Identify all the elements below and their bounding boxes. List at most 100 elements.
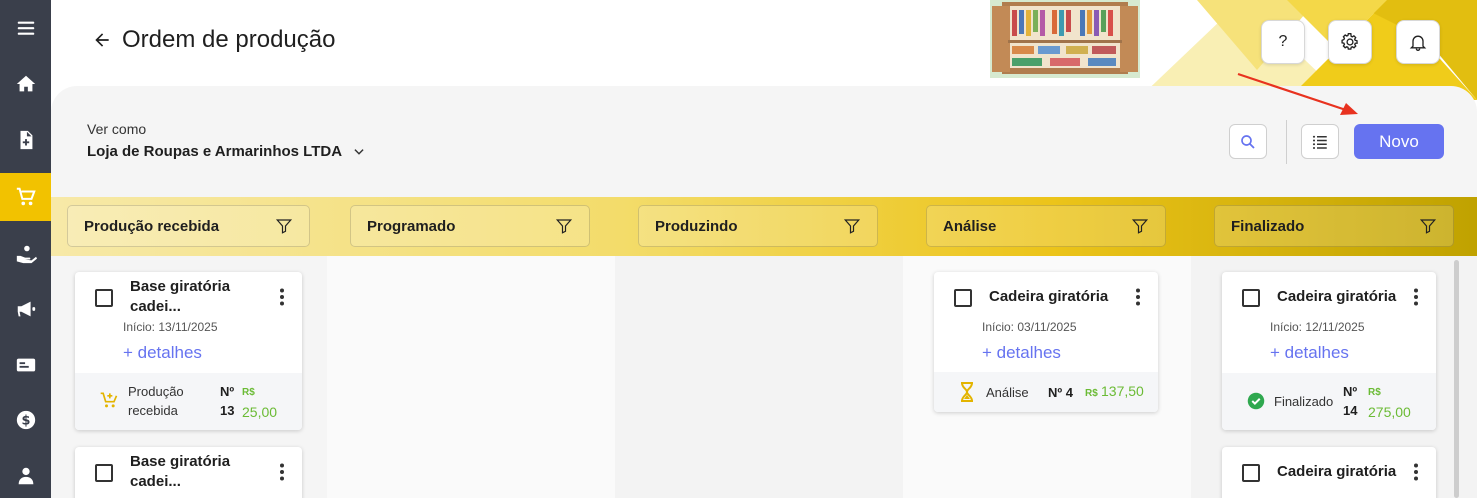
column-scheduled (327, 256, 615, 498)
back-arrow-icon[interactable] (92, 30, 112, 50)
card-icon (16, 358, 35, 372)
column-title: Finalizado (1231, 217, 1305, 235)
hourglass-icon (961, 382, 973, 402)
megaphone-icon (17, 301, 35, 317)
help-button[interactable]: ? (1261, 20, 1305, 64)
card-number: Nº 4 (1048, 385, 1073, 400)
side-rail: $ (0, 0, 51, 498)
user-icon (18, 467, 33, 485)
rail-item-users[interactable] (0, 452, 51, 498)
card-status: Produção recebida (128, 384, 184, 418)
order-card[interactable]: Cadeira giratória Início: 12/11/2025 + d… (1222, 272, 1436, 430)
order-card[interactable]: Base giratória cadei... (75, 447, 302, 498)
column-title: Produzindo (655, 217, 738, 235)
help-icon: ? (1278, 33, 1288, 50)
card-footer: Análise Nº 4 R$ 137,50 (934, 372, 1158, 412)
column-title: Programado (367, 217, 456, 235)
cart-add-icon (100, 392, 118, 408)
rail-item-finance[interactable] (0, 230, 51, 278)
filter-icon[interactable] (843, 217, 861, 235)
cart-icon (16, 187, 36, 206)
card-details-link[interactable]: + detalhes (982, 343, 1061, 363)
check-circle-icon (1247, 392, 1265, 410)
list-view-button[interactable] (1301, 124, 1339, 159)
gear-icon (1341, 33, 1358, 50)
order-card[interactable]: Base giratória cadei... Início: 13/11/20… (75, 272, 302, 430)
rail-item-home[interactable] (0, 60, 51, 108)
new-button[interactable]: Novo (1354, 124, 1444, 159)
card-title: Base giratória cadei... (130, 278, 231, 315)
card-details-link[interactable]: + detalhes (123, 343, 202, 363)
card-value: 137,50 (1101, 383, 1144, 399)
card-title: Cadeira giratória (1277, 288, 1397, 305)
card-checkbox[interactable] (95, 464, 113, 482)
document-add-icon (20, 130, 32, 150)
card-currency: R$ (242, 387, 255, 398)
list-icon (1312, 135, 1327, 149)
card-checkbox[interactable] (1242, 464, 1260, 482)
column-header-scheduled[interactable]: Programado (350, 205, 590, 247)
kebab-icon[interactable] (1413, 288, 1419, 306)
filter-icon[interactable] (1131, 217, 1149, 235)
column-header-producing[interactable]: Produzindo (638, 205, 878, 247)
card-checkbox[interactable] (954, 289, 972, 307)
kebab-icon[interactable] (279, 288, 285, 306)
search-button[interactable] (1229, 124, 1267, 159)
order-card[interactable]: Cadeira giratória Início: 03/11/2025 + d… (934, 272, 1158, 412)
card-value: 275,00 (1368, 404, 1411, 420)
card-checkbox[interactable] (95, 289, 113, 307)
menu-button[interactable] (0, 4, 51, 52)
view-as-label: Ver como (87, 121, 147, 137)
column-header-finished[interactable]: Finalizado (1214, 205, 1454, 247)
card-start-date: Início: 12/11/2025 (1270, 320, 1365, 334)
card-footer: Produção recebida Nº 13 R$ 25,00 (75, 373, 302, 430)
hand-coin-icon (16, 245, 37, 264)
svg-text:$: $ (21, 414, 30, 429)
column-header-analysis[interactable]: Análise (926, 205, 1166, 247)
bell-icon (1409, 35, 1427, 51)
card-start-date: Início: 13/11/2025 (123, 320, 218, 334)
rail-item-sales[interactable] (0, 173, 51, 221)
page-title: Ordem de produção (122, 26, 336, 53)
card-number: Nº 14 (1343, 384, 1358, 418)
view-as-select[interactable]: Loja de Roupas e Armarinhos LTDA (87, 143, 366, 160)
card-status: Análise (986, 385, 1029, 400)
rail-item-marketing[interactable] (0, 285, 51, 333)
kebab-icon[interactable] (279, 463, 285, 481)
filter-icon[interactable] (1419, 217, 1437, 235)
card-status: Finalizado (1274, 394, 1334, 409)
menu-icon (17, 21, 34, 35)
column-title: Produção recebida (84, 217, 220, 235)
filter-icon[interactable] (275, 217, 293, 235)
column-header-received[interactable]: Produção recebida (67, 205, 310, 247)
notifications-button[interactable] (1396, 20, 1440, 64)
card-currency: R$ (1368, 387, 1381, 398)
card-title: Cadeira giratória (989, 288, 1109, 305)
wardrobe-illustration (990, 0, 1140, 78)
card-title: Base giratória cadei... (130, 453, 231, 490)
view-as-value: Loja de Roupas e Armarinhos LTDA (87, 143, 343, 160)
view-as: Ver como Loja de Roupas e Armarinhos LTD… (87, 121, 366, 160)
chevron-down-icon (354, 148, 364, 155)
search-icon (1241, 134, 1255, 149)
card-title: Cadeira giratória (1277, 463, 1397, 480)
card-footer: Finalizado Nº 14 R$ 275,00 (1222, 373, 1436, 430)
rail-item-cards[interactable] (0, 341, 51, 389)
column-producing (615, 256, 903, 498)
card-details-link[interactable]: + detalhes (1270, 343, 1349, 363)
card-number: Nº 13 (220, 384, 235, 418)
order-card[interactable]: Cadeira giratória (1222, 447, 1436, 498)
rail-item-financial[interactable]: $ (0, 396, 51, 444)
filter-icon[interactable] (555, 217, 573, 235)
column-title: Análise (943, 217, 997, 235)
dollar-icon: $ (16, 410, 35, 430)
home-icon (16, 75, 35, 92)
kebab-icon[interactable] (1135, 288, 1141, 306)
settings-button[interactable] (1328, 20, 1372, 64)
toolbar-divider (1286, 120, 1287, 164)
kebab-icon[interactable] (1413, 463, 1419, 481)
rail-item-documents[interactable] (0, 116, 51, 164)
card-checkbox[interactable] (1242, 289, 1260, 307)
page-header: Ordem de produção (92, 26, 335, 54)
column-scrollbar[interactable] (1454, 260, 1459, 498)
